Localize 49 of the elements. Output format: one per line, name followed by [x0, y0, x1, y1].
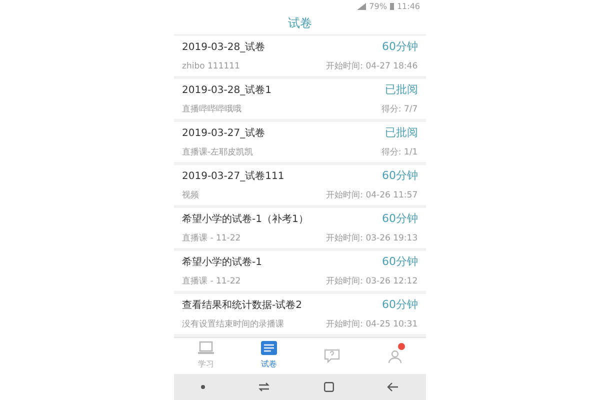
question-bubble-icon — [324, 349, 340, 363]
detail-label: 得分: 1/1 — [382, 146, 418, 158]
paper-title: 2019-03-27_试卷111 — [182, 170, 284, 182]
paper-card[interactable]: 希望小学的试卷-1 60分钟 直播课 - 11-22 开始时间: 03-26 12:12 — [174, 251, 426, 291]
paper-title: 2019-03-28_试卷1 — [182, 84, 272, 96]
paper-title: 查看结果和统计数据-试卷2 — [182, 298, 302, 312]
paper-subtitle: 直播课-左耶皮凯凯 — [182, 146, 254, 158]
paper-card[interactable]: 2019-03-28_试卷 60分钟 zhibo 111111 开始时间: 04-27 18:46 — [174, 36, 426, 76]
page-title: 试卷 — [288, 14, 312, 32]
signal-icon — [357, 2, 366, 10]
paper-title: 希望小学的试卷-1 — [182, 256, 262, 268]
paper-subtitle: 直播课 - 11-22 — [182, 232, 241, 244]
paper-title: 2019-03-27_试卷 — [182, 126, 266, 140]
paper-card[interactable]: 2019-03-28_试卷1 已批阅 直播哔哔哔哦哦 得分: 7/7 — [174, 79, 426, 119]
paper-subtitle: 直播哔哔哔哦哦 — [182, 104, 242, 115]
person-icon — [386, 349, 402, 363]
status-label: 60分钟 — [382, 211, 418, 226]
paper-card[interactable]: 希望小学的试卷-1（补考1） 60分钟 直播课 - 11-22 开始时间: 03-26 19:13 — [174, 208, 426, 248]
status-label: 60分钟 — [382, 168, 418, 183]
paper-card[interactable]: 查看结果和统计数据-试卷2 60分钟 没有设置结束时间的录播课 开始时间: 04-25 10:31 — [174, 294, 426, 334]
dot-icon[interactable] — [200, 385, 205, 389]
status-label: 60分钟 — [382, 297, 418, 312]
status-label: 已批阅 — [385, 125, 418, 140]
detail-label: 开始时间: 03-26 19:13 — [326, 232, 418, 244]
status-label: 已批阅 — [385, 82, 418, 97]
detail-label: 开始时间: 04-27 18:46 — [326, 60, 418, 72]
paper-card[interactable]: 2019-03-27_试卷 已批阅 直播课-左耶皮凯凯 得分: 1/1 — [174, 122, 426, 162]
status-label: 60分钟 — [382, 39, 418, 54]
paper-subtitle: 直播课 - 11-22 — [182, 276, 241, 287]
battery-icon — [390, 2, 394, 10]
clock-time: 11:46 — [396, 2, 420, 10]
paper-subtitle: 没有设置结束时间的录播课 — [182, 318, 284, 330]
detail-label: 开始时间: 04-25 10:31 — [326, 318, 418, 330]
paper-title: 希望小学的试卷-1（补考1） — [182, 212, 308, 226]
status-label: 60分钟 — [382, 254, 418, 269]
laptop-icon — [198, 341, 214, 355]
paper-subtitle: zhibo 111111 — [182, 61, 240, 71]
paper-title: 2019-03-28_试卷 — [182, 40, 266, 54]
paper-subtitle: 视频 — [182, 190, 199, 201]
home-icon[interactable] — [324, 382, 334, 392]
back-icon[interactable] — [387, 382, 400, 392]
detail-label: 开始时间: 03-26 12:12 — [326, 276, 418, 287]
recent-apps-icon[interactable] — [258, 382, 270, 392]
detail-label: 开始时间: 04-26 11:57 — [326, 190, 418, 201]
battery-level: 79% — [369, 2, 387, 10]
detail-label: 得分: 7/7 — [382, 104, 418, 115]
nav-tab[interactable]: 试卷 — [237, 338, 300, 374]
paper-card[interactable]: 2019-03-27_试卷111 60分钟 视频 开始时间: 04-26 11:57 — [174, 165, 426, 205]
list-icon — [260, 341, 276, 355]
